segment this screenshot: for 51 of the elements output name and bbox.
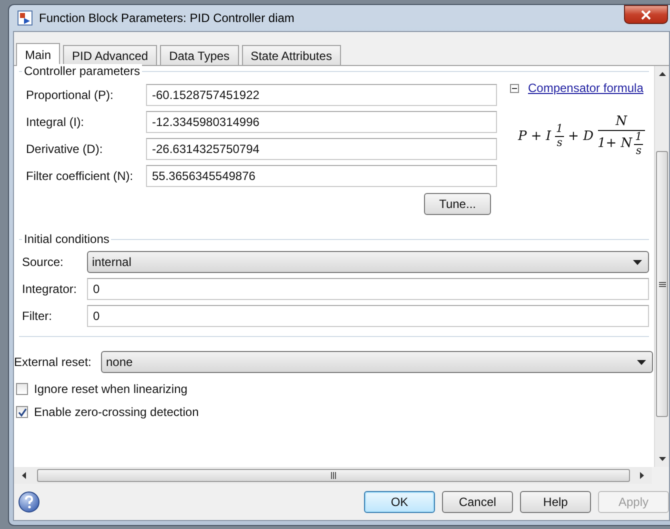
- checkbox-label: Ignore reset when linearizing: [34, 382, 188, 396]
- vertical-scrollbar[interactable]: [654, 66, 669, 467]
- tab[interactable]: Main: [16, 43, 60, 66]
- dropdown-arrow-icon: [637, 360, 646, 364]
- help-icon[interactable]: [18, 491, 40, 513]
- input-field[interactable]: 0: [87, 278, 649, 300]
- dialog-button[interactable]: OK: [364, 491, 435, 513]
- app-icon: [17, 10, 33, 26]
- group-title: Controller parameters: [22, 64, 142, 78]
- field-label: External reset:: [14, 355, 92, 369]
- grip-icon: [331, 472, 336, 479]
- minus-icon: [510, 84, 519, 92]
- scroll-thumb[interactable]: [656, 151, 668, 417]
- field-label: Source:: [22, 255, 64, 269]
- scroll-up-icon: [658, 72, 666, 76]
- collapse-toggle[interactable]: [510, 84, 519, 92]
- input-field[interactable]: -12.3345980314996: [146, 111, 497, 133]
- input-field[interactable]: -60.1528757451922: [146, 84, 497, 106]
- field-label: Proportional (P):: [26, 88, 114, 102]
- field-label: Filter:: [22, 309, 53, 323]
- scroll-left-icon: [22, 472, 26, 479]
- check-icon: [18, 408, 26, 416]
- dropdown-arrow-icon: [633, 260, 642, 264]
- tab[interactable]: State Attributes: [242, 45, 341, 65]
- field-label: Derivative (D):: [26, 142, 104, 156]
- compensator-formula-link[interactable]: Compensator formula: [528, 81, 644, 95]
- field-label: Filter coefficient (N):: [26, 169, 134, 183]
- field-label: Integral (I):: [26, 115, 86, 129]
- dialog-button[interactable]: Cancel: [442, 491, 513, 513]
- tune-button[interactable]: Tune...: [424, 193, 491, 215]
- tab[interactable]: PID Advanced: [63, 45, 158, 65]
- dropdown[interactable]: none: [101, 351, 653, 373]
- scroll-down-icon: [658, 457, 666, 461]
- group-title: Initial conditions: [22, 232, 112, 246]
- window-title: Function Block Parameters: PID Controller diam: [39, 11, 296, 25]
- scroll-right-icon: [640, 472, 644, 479]
- scroll-thumb[interactable]: [37, 469, 630, 482]
- input-field[interactable]: -26.6314325750794: [146, 138, 497, 160]
- checkbox[interactable]: [16, 383, 28, 395]
- field-label: Integrator:: [22, 282, 78, 296]
- checkbox[interactable]: [16, 406, 28, 418]
- horizontal-scrollbar[interactable]: [14, 467, 652, 484]
- checkbox-label: Enable zero-crossing detection: [34, 405, 199, 419]
- grip-icon: [658, 282, 666, 286]
- dropdown[interactable]: internal: [87, 251, 649, 273]
- dialog-button[interactable]: Help: [520, 491, 591, 513]
- close-button[interactable]: [624, 5, 668, 24]
- close-icon: [641, 10, 651, 20]
- input-field[interactable]: 55.3656345549876: [146, 165, 497, 187]
- tab[interactable]: Data Types: [160, 45, 239, 65]
- input-field[interactable]: 0: [87, 305, 649, 327]
